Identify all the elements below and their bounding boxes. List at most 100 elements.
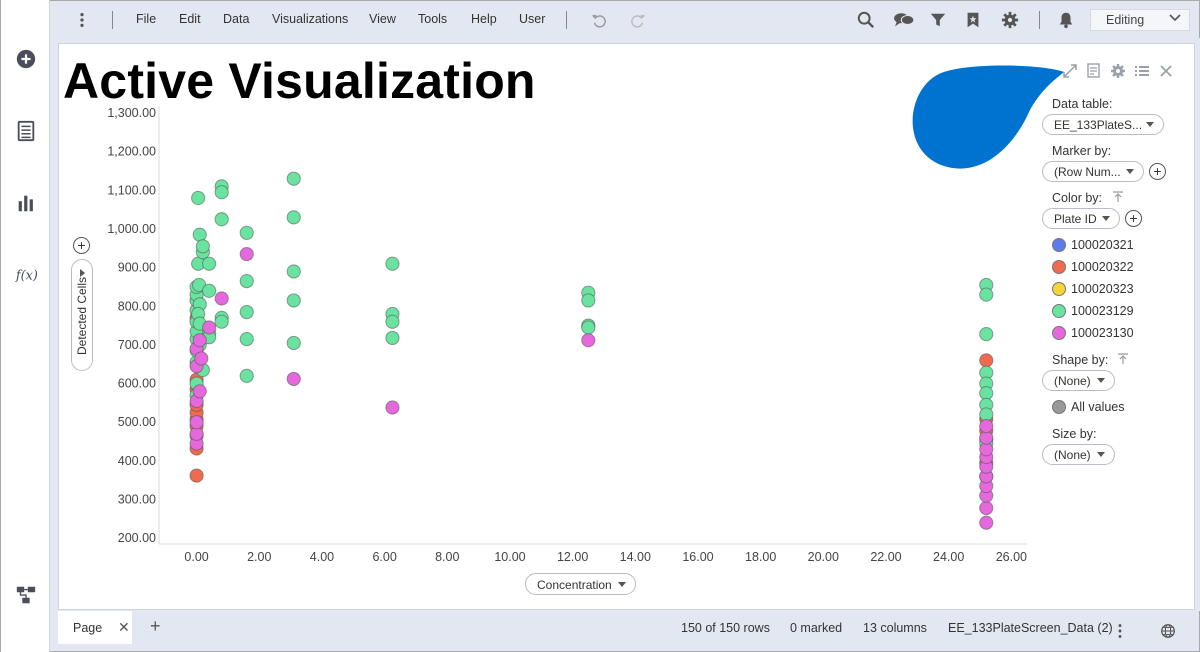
upload-icon[interactable] [1117,353,1129,365]
settings-icon[interactable] [1109,62,1127,80]
menu-visualizations[interactable]: Visualizations [272,12,348,26]
data-point[interactable] [214,314,229,329]
data-point[interactable] [286,371,301,387]
menu-edit[interactable]: Edit [179,12,201,26]
globe-icon[interactable] [1158,621,1178,641]
close-tab-icon[interactable]: ✕ [118,619,130,636]
legend-item[interactable]: 100020321 [1052,238,1134,252]
data-point[interactable] [202,283,217,298]
data-point[interactable] [192,384,207,399]
redo-icon[interactable] [628,10,648,30]
data-point[interactable] [194,351,209,366]
menu-help[interactable]: Help [471,12,497,26]
data-point[interactable] [581,293,596,308]
data-point[interactable] [189,415,204,430]
data-point[interactable] [239,225,254,240]
maximize-icon[interactable] [1061,62,1079,80]
row-count: 150 of 150 rows [681,621,770,635]
flow-icon[interactable] [14,583,38,607]
add-page-icon[interactable]: + [150,616,161,637]
y-axis-selector[interactable]: Detected Cells [71,259,93,371]
table-name[interactable]: EE_133PlateScreen_Data (2) [948,621,1113,635]
data-point[interactable] [239,274,254,289]
y-tick-label: 900.00 [118,261,156,275]
y-tick-label: 1,200.00 [107,145,156,159]
bookmark-icon[interactable] [963,10,983,30]
data-point[interactable] [979,326,994,342]
y-tick-label: 1,000.00 [107,222,156,236]
data-point[interactable] [202,320,217,335]
add-icon[interactable] [14,47,38,71]
data-point[interactable] [286,335,301,351]
data-point[interactable] [286,171,301,186]
menu-tools[interactable]: Tools [418,12,447,26]
legend-item[interactable]: 100020322 [1052,260,1134,274]
tab-page[interactable]: Page ✕ [58,611,132,644]
menu-file[interactable]: File [136,12,156,26]
data-point[interactable] [979,353,994,368]
data-point[interactable] [202,256,217,271]
mode-select[interactable]: Editing [1090,9,1190,31]
upload-icon[interactable] [1112,191,1124,203]
search-icon[interactable] [856,10,876,30]
menu-bar: File Edit Data Visualizations View Tools… [50,0,1200,38]
data-point[interactable] [214,291,229,306]
menu-view[interactable]: View [369,12,396,26]
data-point[interactable] [385,256,400,271]
data-point[interactable] [979,418,994,434]
marker-by-dropdown[interactable]: (Row Num... [1042,161,1144,182]
data-point[interactable] [979,500,994,516]
filter-icon[interactable] [928,10,948,30]
data-point[interactable] [581,320,596,335]
color-by-dropdown[interactable]: Plate ID [1042,208,1120,229]
comment-icon[interactable] [892,10,916,30]
legend-item[interactable]: 100023129 [1052,304,1134,318]
size-by-dropdown[interactable]: (None) [1042,444,1115,465]
data-point[interactable] [385,330,400,346]
notification-icon[interactable] [1056,10,1076,30]
more-icon[interactable] [72,10,92,30]
legend-item[interactable]: 100020323 [1052,282,1134,296]
legend-list-icon[interactable] [1133,62,1151,80]
data-table-icon[interactable] [14,119,38,143]
x-tick-label: 16.00 [682,550,713,564]
color-by-value: Plate ID [1054,212,1097,226]
legend-item[interactable]: 100023130 [1052,326,1134,340]
data-table-dropdown[interactable]: EE_133PlateS... [1042,114,1164,135]
data-point[interactable] [239,246,254,262]
data-point[interactable] [979,287,994,302]
data-point[interactable] [286,210,301,225]
data-point[interactable] [239,304,254,320]
data-point[interactable] [192,333,207,348]
data-point[interactable] [979,515,994,530]
data-point[interactable] [239,332,254,347]
data-point[interactable] [214,212,229,227]
menu-user[interactable]: User [519,12,545,26]
data-point[interactable] [192,227,207,242]
data-point[interactable] [214,185,229,200]
data-point[interactable] [385,400,400,415]
data-point[interactable] [189,468,204,483]
shape-legend-item[interactable]: All values [1052,400,1125,414]
data-point[interactable] [191,190,206,206]
add-marker-icon[interactable]: + [1149,163,1166,180]
data-point[interactable] [195,239,210,254]
function-icon[interactable]: f(x) [14,263,38,287]
y-tick-label: 600.00 [118,377,156,391]
undo-icon[interactable] [589,10,609,30]
close-icon[interactable] [1157,62,1175,80]
add-y-axis-icon[interactable]: + [73,237,90,254]
properties-icon[interactable] [1085,62,1103,80]
data-point[interactable] [385,314,400,329]
data-point[interactable] [581,333,596,348]
x-axis-selector[interactable]: Concentration [525,573,636,595]
data-point[interactable] [286,293,301,308]
add-color-icon[interactable]: + [1125,210,1142,227]
bar-chart-icon[interactable] [14,191,38,215]
shape-by-dropdown[interactable]: (None) [1042,370,1115,391]
more-icon[interactable] [1110,621,1130,641]
settings-icon[interactable] [1000,10,1020,30]
data-point[interactable] [239,368,254,383]
data-point[interactable] [286,264,301,279]
menu-data[interactable]: Data [223,12,249,26]
